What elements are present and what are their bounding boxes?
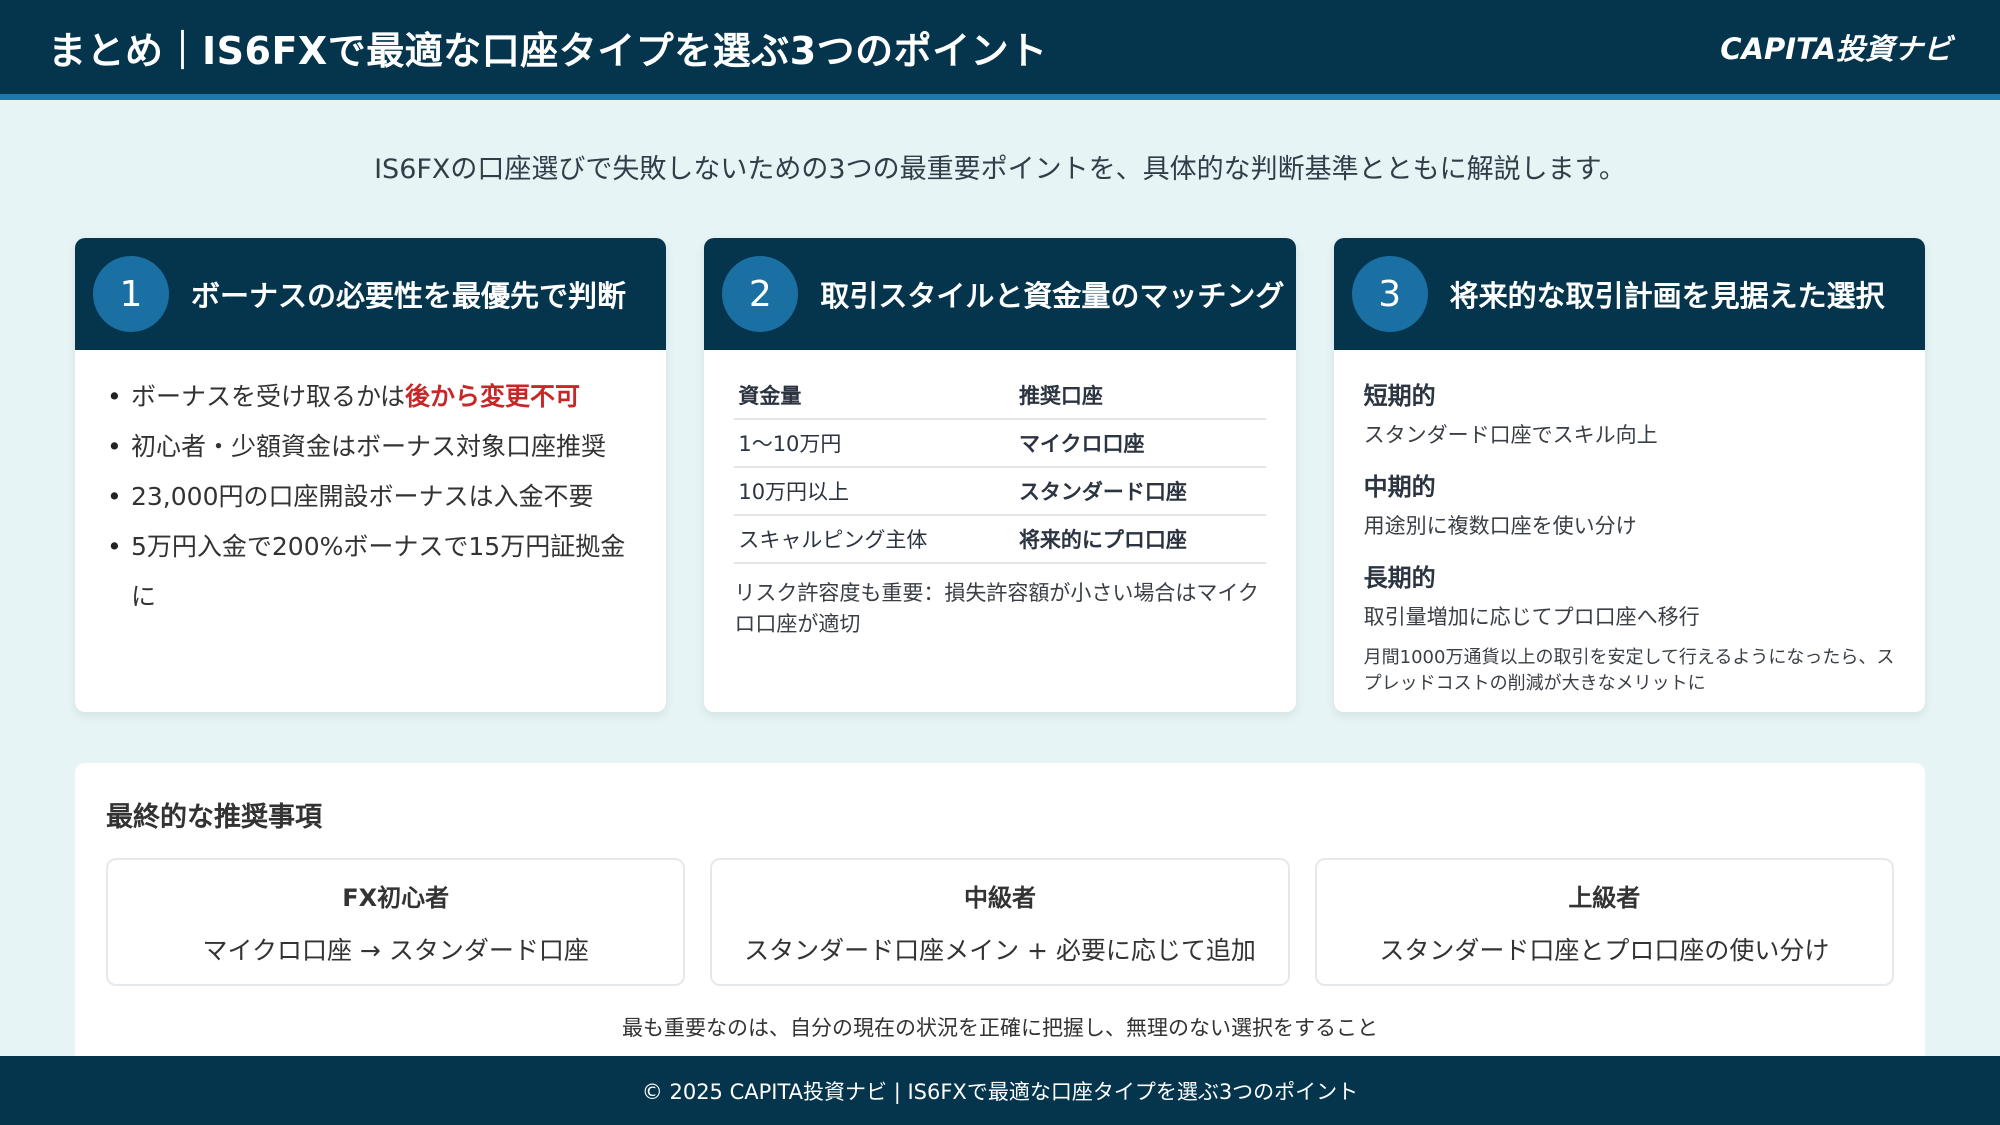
plan-note: 月間1000万通貨以上の取引を安定して行えるようになったら、スプレッドコストの削… (1363, 647, 1895, 694)
card-body: 短期的 スタンダード口座でスキル向上 中期的 用途別に複数口座を使い分け 長期的… (1334, 350, 1925, 712)
point-number-badge: 2 (722, 256, 799, 332)
card-title: 将来的な取引計画を見据えた選択 (1449, 279, 1885, 313)
list-item: 5万円入金で200%ボーナスで15万円証拠金に (105, 522, 636, 622)
term-label-short: 短期的 (1363, 382, 1436, 410)
point-number-badge: 3 (1351, 256, 1428, 332)
term-desc-short: スタンダード口座でスキル向上 (1363, 423, 1658, 447)
table-cell: マイクロ口座 (1014, 419, 1266, 468)
point-card-2: 2 取引スタイルと資金量のマッチング 資金量 推奨口座 1〜10万円 マイクロ口… (704, 238, 1296, 712)
intro-text: IS6FXの口座選びで失敗しないための3つの最重要ポイントを、具体的な判断基準と… (374, 154, 1626, 185)
table-cell: 将来的にプロ口座 (1014, 515, 1266, 564)
footer-bar: © 2025 CAPITA投資ナビ | IS6FXで最適な口座タイプを選ぶ3つの… (0, 1056, 2000, 1125)
recommendation-beginner: FX初心者 マイクロ口座 → スタンダード口座 (106, 858, 686, 986)
list-item: 23,000円の口座開設ボーナスは入金不要 (105, 472, 636, 522)
brand-logo: CAPITA投資ナビ (1720, 32, 1952, 66)
card-header: 2 取引スタイルと資金量のマッチング (704, 238, 1296, 350)
table-header-row: 資金量 推奨口座 (734, 372, 1266, 420)
card-title: 取引スタイルと資金量のマッチング (820, 279, 1285, 313)
card-body: ボーナスを受け取るかは後から変更不可 初心者・少額資金はボーナス対象口座推奨 2… (75, 350, 666, 644)
table-row: 1〜10万円 マイクロ口座 (734, 419, 1266, 468)
column-header-account: 推奨口座 (1014, 372, 1266, 420)
bullet-list: ボーナスを受け取るかは後から変更不可 初心者・少額資金はボーナス対象口座推奨 2… (105, 372, 636, 622)
closing-note: 最も重要なのは、自分の現在の状況を正確に把握し、無理のない選択をすること (622, 1016, 1378, 1040)
list-item: 初心者・少額資金はボーナス対象口座推奨 (105, 422, 636, 472)
recommendation-intermediate: 中級者 スタンダード口座メイン + 必要に応じて追加 (710, 858, 1290, 986)
term-desc-long: 取引量増加に応じてプロ口座へ移行 (1363, 605, 1700, 629)
level-label: 中級者 (963, 883, 1036, 912)
recommendation-boxes: FX初心者 マイクロ口座 → スタンダード口座 中級者 スタンダード口座メイン … (106, 858, 1894, 986)
term-label-long: 長期的 (1363, 564, 1436, 592)
table-row: スキャルピング主体 将来的にプロ口座 (734, 515, 1266, 564)
table-cell: 1〜10万円 (734, 419, 1015, 468)
list-item: ボーナスを受け取るかは後から変更不可 (105, 372, 636, 422)
card-title: ボーナスの必要性を最優先で判断 (191, 279, 627, 313)
column-header-funds: 資金量 (734, 372, 1015, 420)
table-cell: スタンダード口座 (1014, 467, 1266, 516)
point-cards: 1 ボーナスの必要性を最優先で判断 ボーナスを受け取るかは後から変更不可 初心者… (75, 238, 1925, 712)
bullet-text: ボーナスを受け取るかは (131, 382, 406, 411)
level-recommendation: スタンダード口座とプロ口座の使い分け (1379, 935, 1830, 965)
level-recommendation: スタンダード口座メイン + 必要に応じて追加 (744, 935, 1256, 965)
term-desc-mid: 用途別に複数口座を使い分け (1363, 514, 1637, 538)
table-cell: スキャルピング主体 (734, 515, 1015, 564)
card-body: 資金量 推奨口座 1〜10万円 マイクロ口座 10万円以上 スタンダード口座 ス… (704, 350, 1295, 662)
table-cell: 10万円以上 (734, 467, 1015, 516)
point-number-badge: 1 (93, 256, 169, 332)
level-label: 上級者 (1568, 883, 1641, 912)
matching-table: 資金量 推奨口座 1〜10万円 マイクロ口座 10万円以上 スタンダード口座 ス… (734, 372, 1266, 564)
card-header: 3 将来的な取引計画を見据えた選択 (1333, 238, 1925, 350)
warning-highlight: 後から変更不可 (405, 382, 581, 411)
copyright-text: © 2025 CAPITA投資ナビ | IS6FXで最適な口座タイプを選ぶ3つの… (641, 1079, 1359, 1104)
page-title: まとめ｜IS6FXで最適な口座タイプを選ぶ3つのポイント (48, 28, 1048, 73)
header-bar: まとめ｜IS6FXで最適な口座タイプを選ぶ3つのポイント CAPITA投資ナビ (0, 0, 2000, 100)
term-label-mid: 中期的 (1363, 473, 1436, 501)
level-recommendation: マイクロ口座 → スタンダード口座 (202, 935, 589, 965)
final-recommendation-panel: 最終的な推奨事項 FX初心者 マイクロ口座 → スタンダード口座 中級者 スタン… (75, 763, 1925, 1063)
level-label: FX初心者 (342, 883, 450, 912)
recommendation-advanced: 上級者 スタンダード口座とプロ口座の使い分け (1314, 858, 1894, 986)
section-title: 最終的な推奨事項 (106, 802, 322, 833)
risk-note: リスク許容度も重要：損失許容額が小さい場合はマイクロ口座が適切 (734, 581, 1259, 636)
point-card-3: 3 将来的な取引計画を見据えた選択 短期的 スタンダード口座でスキル向上 中期的… (1333, 238, 1925, 712)
card-header: 1 ボーナスの必要性を最優先で判断 (75, 238, 667, 350)
point-card-1: 1 ボーナスの必要性を最優先で判断 ボーナスを受け取るかは後から変更不可 初心者… (75, 238, 667, 712)
table-row: 10万円以上 スタンダード口座 (734, 467, 1266, 516)
